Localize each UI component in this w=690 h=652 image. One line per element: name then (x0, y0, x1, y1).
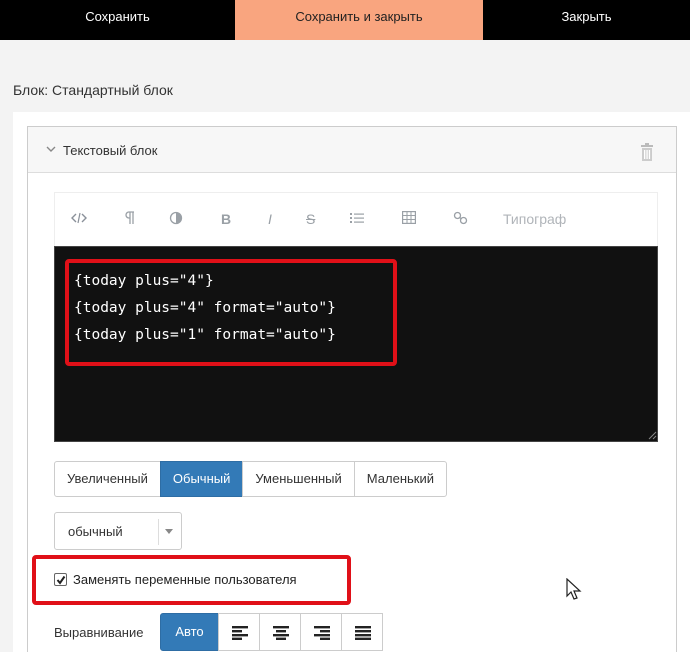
typograph-button[interactable]: Типограф (503, 211, 566, 229)
code-line: {today plus="4" format="auto"} (74, 300, 336, 316)
top-action-bar: Сохранить Сохранить и закрыть Закрыть (0, 0, 690, 40)
code-icon[interactable] (71, 211, 87, 229)
save-button[interactable]: Сохранить (0, 0, 235, 40)
chevron-down-icon[interactable] (46, 144, 56, 154)
align-right-button[interactable] (300, 613, 342, 651)
replace-vars-label[interactable]: Заменять переменные пользователя (73, 572, 297, 587)
close-button[interactable]: Закрыть (483, 0, 690, 40)
size-button-normal[interactable]: Обычный (159, 461, 244, 497)
align-left-button[interactable] (218, 613, 260, 651)
align-justify-button[interactable] (341, 613, 383, 651)
size-button-small[interactable]: Маленький (353, 461, 447, 497)
list-icon[interactable] (350, 211, 364, 229)
link-icon[interactable] (453, 211, 468, 229)
align-auto-button[interactable]: Авто (160, 613, 219, 651)
strikethrough-icon[interactable]: S (306, 211, 315, 229)
resize-handle-icon[interactable] (647, 430, 657, 440)
replace-vars-checkbox[interactable] (54, 572, 67, 586)
save-and-close-button[interactable]: Сохранить и закрыть (235, 0, 483, 40)
table-icon[interactable] (402, 211, 416, 229)
align-left-icon (232, 626, 248, 640)
alignment-group: Авто (160, 613, 383, 651)
align-right-icon (314, 626, 330, 640)
mouse-cursor-icon (566, 578, 582, 600)
text-block-title: Текстовый блок (63, 143, 158, 158)
align-center-button[interactable] (259, 613, 301, 651)
alignment-label: Выравнивание (54, 625, 144, 640)
style-select-value: обычный (68, 524, 123, 539)
code-line: {today plus="4"} (74, 273, 214, 289)
paragraph-icon[interactable] (125, 211, 135, 229)
editor-toolbar: B I S Типограф (54, 192, 658, 246)
text-size-group: Увеличенный Обычный Уменьшенный Маленьки… (54, 461, 447, 497)
select-divider (158, 519, 159, 545)
size-button-smaller[interactable]: Уменьшенный (242, 461, 355, 497)
italic-icon[interactable]: I (268, 211, 272, 229)
contrast-icon[interactable] (169, 211, 183, 229)
code-line: {today plus="1" format="auto"} (74, 327, 336, 343)
block-title: Блок: Стандартный блок (13, 82, 173, 98)
caret-down-icon (165, 529, 173, 534)
replace-vars-row: Заменять переменные пользователя (54, 569, 297, 589)
style-select[interactable]: обычный (54, 512, 182, 550)
size-button-large[interactable]: Увеличенный (54, 461, 161, 497)
editor-content[interactable]: {today plus="4"} {today plus="4" format=… (74, 268, 336, 349)
bold-icon[interactable]: B (221, 211, 231, 229)
text-block-header[interactable]: Текстовый блок (28, 127, 676, 173)
trash-icon[interactable] (640, 143, 654, 161)
align-center-icon (273, 626, 289, 640)
align-justify-icon (355, 626, 371, 640)
